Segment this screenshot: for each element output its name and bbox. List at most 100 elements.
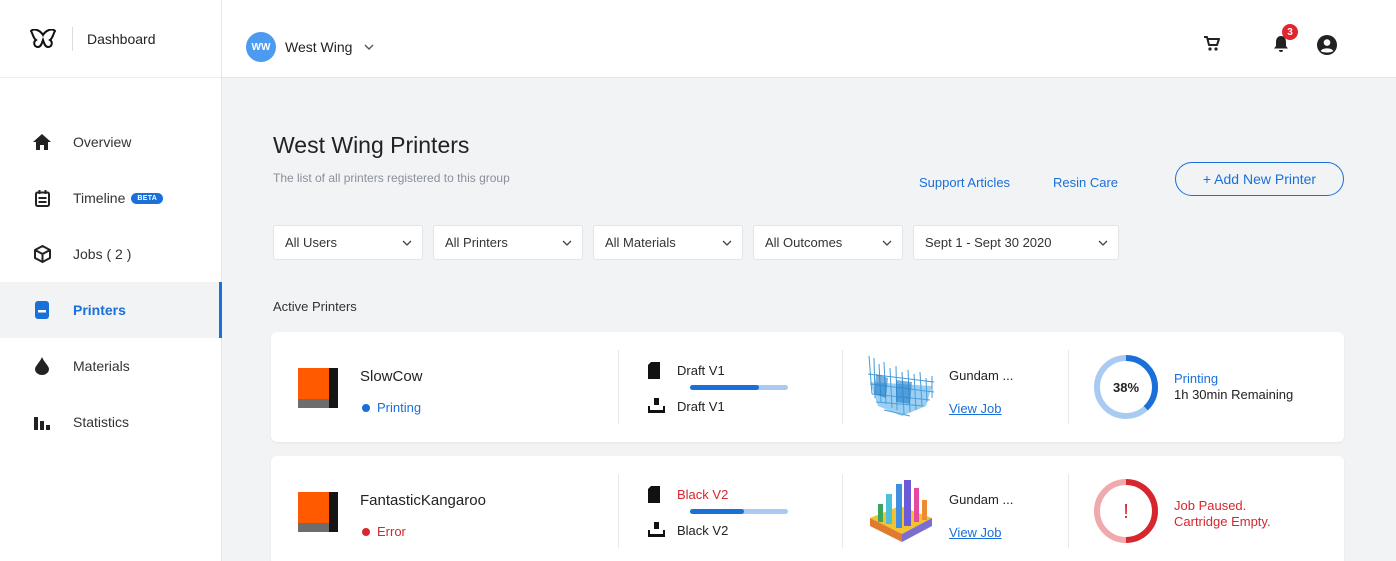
cart-icon[interactable] (1204, 36, 1220, 56)
sidebar: Dashboard Overview Timeline BETA Jobs ( … (0, 0, 222, 561)
support-articles-link[interactable]: Support Articles (919, 175, 1010, 190)
job-model-preview (867, 355, 935, 417)
material-level-fill (690, 509, 744, 514)
view-job-link[interactable]: View Job (949, 525, 1002, 540)
drop-icon (33, 357, 51, 375)
time-remaining: 1h 30min Remaining (1174, 387, 1294, 402)
brand[interactable]: Dashboard (0, 0, 221, 78)
calendar-icon (33, 189, 51, 207)
card-divider (842, 474, 843, 548)
printer-icon (33, 301, 51, 319)
account-icon[interactable] (1317, 35, 1337, 60)
filter-outcomes[interactable]: All Outcomes (753, 225, 903, 260)
sidebar-item-label: Printers (73, 302, 126, 318)
filter-users[interactable]: All Users (273, 225, 423, 260)
sidebar-item-jobs[interactable]: Jobs ( 2 ) (0, 226, 221, 282)
job-name: Gundam ... (949, 368, 1014, 383)
printer-thumbnail (298, 368, 338, 408)
printer-status: Error (362, 524, 406, 539)
loaded-material: Black V2 (677, 487, 729, 502)
filter-value: All Materials (605, 235, 676, 250)
sidebar-item-label: Jobs ( 2 ) (73, 246, 132, 262)
printer-card-slowcow[interactable]: SlowCow Printing Draft V1 Draft V1 Gunda… (271, 332, 1344, 442)
error-ring: ! (1094, 479, 1158, 543)
chevron-down-icon (722, 240, 732, 246)
job-model-preview (870, 480, 932, 542)
progress-percent: 38% (1113, 380, 1139, 395)
printer-status: Printing (362, 400, 421, 415)
main-content: West Wing Printers The list of all print… (222, 78, 1396, 561)
filter-value: Sept 1 - Sept 30 2020 (925, 235, 1052, 250)
chevron-down-icon (562, 240, 572, 246)
tank-material: Draft V1 (677, 399, 725, 414)
material-level-bar (690, 385, 788, 390)
group-avatar: WW (246, 32, 276, 62)
filter-materials[interactable]: All Materials (593, 225, 743, 260)
resin-tank-icon (648, 398, 665, 413)
cartridge-icon (648, 362, 660, 379)
card-divider (618, 474, 619, 548)
home-icon (33, 133, 51, 151)
error-detail: Cartridge Empty. (1174, 514, 1271, 529)
printer-card-fantastickangaroo[interactable]: FantasticKangaroo Error Black V2 Black V… (271, 456, 1344, 561)
filter-printers[interactable]: All Printers (433, 225, 583, 260)
status-text: Error (377, 524, 406, 539)
sidebar-item-printers[interactable]: Printers (0, 282, 222, 338)
resin-tank-icon (648, 522, 665, 537)
error-exclamation: ! (1123, 501, 1129, 523)
filter-value: All Outcomes (765, 235, 843, 250)
group-name: West Wing (285, 39, 353, 55)
status-text: Printing (377, 400, 422, 415)
card-divider (842, 350, 843, 424)
card-divider (1068, 474, 1069, 548)
sidebar-item-overview[interactable]: Overview (0, 114, 221, 170)
notification-count-badge: 3 (1282, 24, 1298, 40)
dashboard-label: Dashboard (87, 30, 156, 47)
filter-date-range[interactable]: Sept 1 - Sept 30 2020 (913, 225, 1119, 260)
printer-thumbnail (298, 492, 338, 532)
sidebar-item-label: Timeline (73, 190, 126, 206)
chevron-down-icon (364, 44, 374, 50)
beta-badge: BETA (131, 192, 164, 204)
group-selector[interactable]: WW West Wing (246, 32, 374, 62)
cartridge-icon (648, 486, 660, 503)
error-state: Job Paused. (1174, 498, 1247, 513)
sidebar-item-materials[interactable]: Materials (0, 338, 221, 394)
topbar: WW West Wing 3 (222, 0, 1396, 78)
bar-chart-icon (33, 413, 51, 431)
view-job-link[interactable]: View Job (949, 401, 1002, 416)
filter-value: All Users (285, 235, 338, 250)
add-new-printer-button[interactable]: + Add New Printer (1175, 162, 1344, 196)
butterfly-logo-icon (30, 28, 56, 48)
status-dot (362, 403, 370, 412)
chevron-down-icon (1098, 240, 1108, 246)
print-state: Printing (1174, 371, 1219, 386)
loaded-material: Draft V1 (677, 363, 725, 378)
chevron-down-icon (882, 240, 892, 246)
chevron-down-icon (402, 240, 412, 246)
job-name: Gundam ... (949, 492, 1014, 507)
print-progress-ring: 38% (1094, 355, 1158, 419)
brand-divider (72, 26, 73, 51)
tank-material: Black V2 (677, 523, 729, 538)
sidebar-item-timeline[interactable]: Timeline BETA (0, 170, 221, 226)
notifications-bell-icon[interactable]: 3 (1273, 24, 1298, 58)
page-subtitle: The list of all printers registered to t… (273, 171, 510, 185)
printer-name: SlowCow (360, 368, 423, 385)
sidebar-nav: Overview Timeline BETA Jobs ( 2 ) Printe… (0, 114, 222, 450)
material-level-fill (690, 385, 759, 390)
sidebar-item-label: Overview (73, 134, 132, 150)
resin-care-link[interactable]: Resin Care (1053, 175, 1118, 190)
card-divider (618, 350, 619, 424)
page-title: West Wing Printers (273, 132, 470, 158)
sidebar-item-label: Materials (73, 358, 130, 374)
cube-icon (33, 245, 51, 263)
status-dot (362, 527, 370, 536)
sidebar-item-label: Statistics (73, 414, 130, 430)
filter-value: All Printers (445, 235, 508, 250)
card-divider (1068, 350, 1069, 424)
sidebar-item-statistics[interactable]: Statistics (0, 394, 221, 450)
active-printers-heading: Active Printers (273, 299, 357, 314)
material-level-bar (690, 509, 788, 514)
printer-name: FantasticKangaroo (360, 492, 486, 509)
